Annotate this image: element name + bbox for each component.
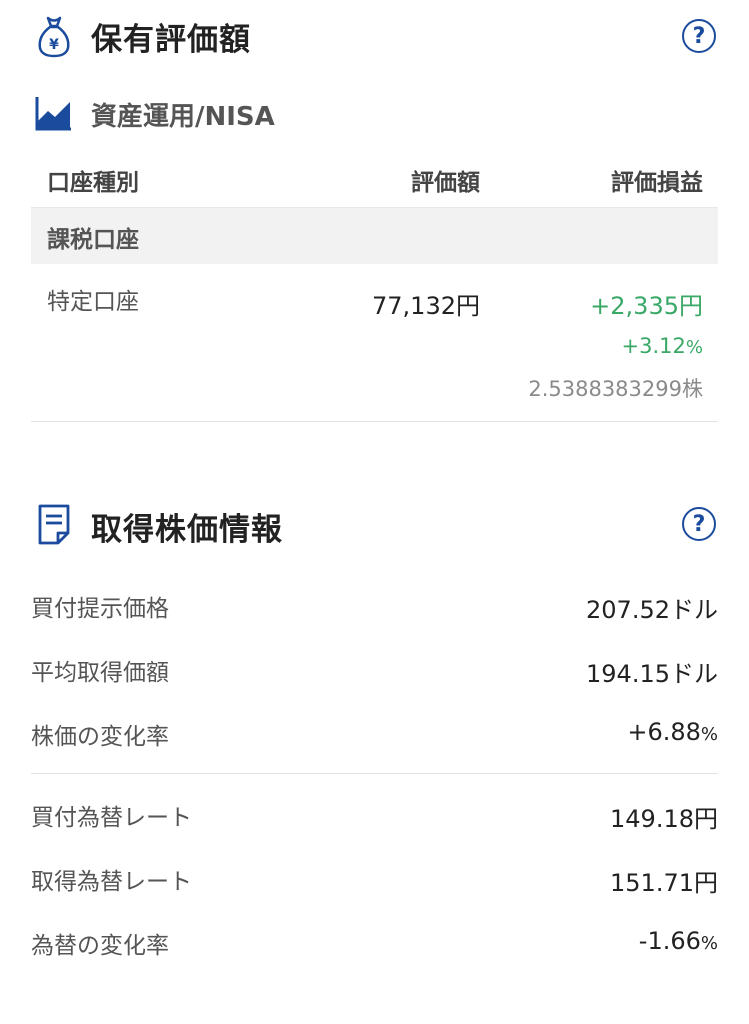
taxable-account-label: 課税口座 xyxy=(47,227,139,253)
bid-price-value: 207.52ドル xyxy=(418,590,718,625)
acquisition-help-icon[interactable]: ? xyxy=(682,507,716,541)
holdings-help-icon[interactable]: ? xyxy=(682,19,716,53)
pnl-percent-unit: % xyxy=(685,337,703,358)
stock-change-rate-label: 株価の変化率 xyxy=(31,724,169,750)
pnl-amount: +2,335円 xyxy=(590,292,703,320)
average-cost-unit: ドル xyxy=(670,660,718,688)
fx-bid-rate-label: 買付為替レート xyxy=(31,805,192,831)
fx-acquired-rate-unit: 円 xyxy=(694,869,718,897)
stock-change-rate-unit: % xyxy=(700,724,718,745)
share-quantity: 2.5388383299株 xyxy=(453,373,703,403)
average-cost-number: 194.15 xyxy=(586,660,670,688)
holdings-divider xyxy=(31,421,718,422)
fx-change-rate-label: 為替の変化率 xyxy=(31,933,169,959)
bid-price-unit: ドル xyxy=(670,596,718,624)
average-cost-label: 平均取得価額 xyxy=(31,660,169,686)
holdings-title: 保有評価額 xyxy=(91,22,251,58)
fx-change-rate-number: -1.66 xyxy=(638,927,701,955)
fx-acquired-rate-number: 151.71 xyxy=(610,869,694,897)
svg-text:¥: ¥ xyxy=(49,37,59,53)
stock-change-rate-value: +6.88% xyxy=(418,718,718,746)
fx-bid-rate-value: 149.18円 xyxy=(418,799,718,834)
share-quantity-value: 2.5388383299 xyxy=(528,377,682,401)
share-quantity-unit: 株 xyxy=(682,377,703,401)
line-chart-icon xyxy=(34,94,74,132)
stock-change-rate-number: +6.88 xyxy=(627,718,701,746)
specific-account-label: 特定口座 xyxy=(47,289,139,315)
money-bag-icon: ¥ xyxy=(34,14,74,58)
column-header-account-type: 口座種別 xyxy=(47,170,139,196)
fx-acquired-rate-value: 151.71円 xyxy=(418,863,718,898)
column-header-pnl: 評価損益 xyxy=(611,170,703,196)
fx-bid-rate-unit: 円 xyxy=(694,805,718,833)
fx-change-rate-unit: % xyxy=(700,933,718,954)
average-cost-value: 194.15ドル xyxy=(418,654,718,689)
bid-price-label: 買付提示価格 xyxy=(31,596,169,622)
acquisition-divider xyxy=(31,773,718,774)
fx-change-rate-value: -1.66% xyxy=(418,927,718,955)
fx-acquired-rate-label: 取得為替レート xyxy=(31,869,192,895)
acquisition-title: 取得株価情報 xyxy=(91,512,283,548)
pnl-percent: +3.12% xyxy=(553,334,703,358)
column-header-valuation: 評価額 xyxy=(411,170,480,196)
valuation-amount: 77,132円 xyxy=(372,292,480,320)
fx-bid-rate-number: 149.18 xyxy=(610,805,694,833)
bid-price-number: 207.52 xyxy=(586,596,670,624)
document-icon xyxy=(36,503,72,545)
pnl-percent-value: +3.12 xyxy=(621,334,686,358)
asset-nisa-title: 資産運用/NISA xyxy=(91,102,275,132)
